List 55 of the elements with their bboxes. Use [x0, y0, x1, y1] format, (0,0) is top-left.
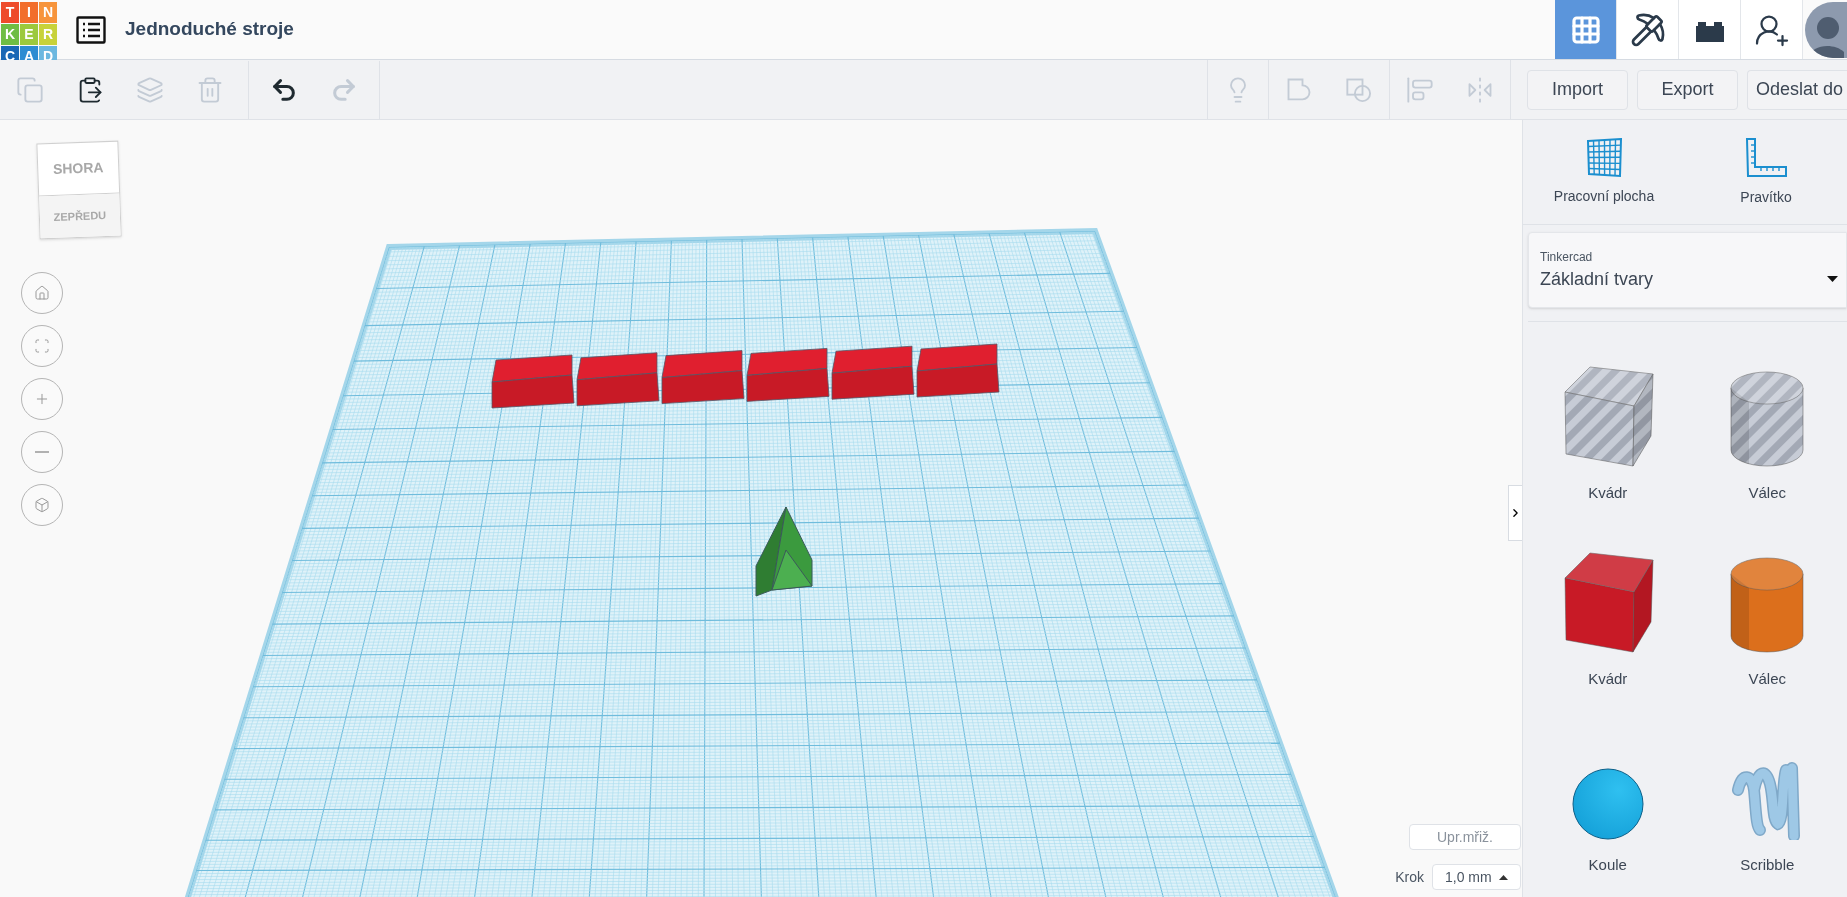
shape-tile[interactable]: Kvádr — [1528, 526, 1688, 696]
shape-name: Koule — [1588, 854, 1627, 875]
shape-name: Kvádr — [1588, 482, 1628, 503]
snap-label: Krok — [1395, 867, 1424, 887]
fit-view-icon — [34, 338, 50, 354]
logo-letter: R — [39, 23, 57, 45]
library-label: Tinkercad — [1540, 248, 1593, 266]
align-icon — [1406, 75, 1434, 104]
ruler-tool-button[interactable]: Pravítko — [1685, 120, 1847, 224]
shape-tile[interactable]: Kvádr — [1528, 340, 1688, 510]
library-value: Základní tvary — [1540, 267, 1654, 291]
trash-icon — [196, 75, 224, 104]
logo-letter: T — [1, 1, 19, 23]
project-title[interactable]: Jednoduché stroje — [125, 15, 294, 44]
shape-name: Válec — [1748, 482, 1786, 503]
bricks-view-button[interactable] — [1679, 0, 1741, 59]
mirror-icon — [1466, 75, 1494, 104]
cube-icon — [34, 497, 50, 513]
panel-toggle-button[interactable] — [1508, 485, 1522, 541]
copy-icon — [16, 75, 44, 104]
logo-letter: I — [20, 1, 38, 23]
workplane-tool-button[interactable]: Pracovní plocha — [1523, 120, 1685, 224]
perspective-button[interactable] — [21, 484, 63, 526]
fit-button[interactable] — [21, 325, 63, 367]
logo-letter: N — [39, 1, 57, 23]
avatar[interactable] — [1805, 2, 1847, 58]
pickaxe-icon — [1629, 11, 1666, 48]
shape-tile[interactable]: Scribble — [1687, 712, 1847, 882]
caret-up-icon — [1499, 874, 1508, 880]
zoom-in-icon — [34, 391, 50, 407]
shape-name: Válec — [1748, 668, 1786, 689]
duplicate-icon — [136, 75, 164, 104]
home-button[interactable] — [21, 272, 63, 314]
logo-letter: K — [1, 23, 19, 45]
send-to-button[interactable]: Odeslat do — [1747, 69, 1847, 110]
snap-dropdown[interactable]: 1,0 mm — [1432, 864, 1521, 890]
zoom-in-button[interactable] — [21, 378, 63, 420]
zoom-out-button[interactable] — [21, 431, 63, 473]
list-icon — [76, 15, 106, 44]
invite-view-button[interactable] — [1741, 0, 1803, 59]
shape-tile[interactable]: Válec — [1687, 526, 1847, 696]
grid-icon — [1569, 13, 1602, 46]
shape-name: Scribble — [1740, 854, 1795, 875]
home-icon — [34, 285, 50, 301]
dropdown-caret-icon — [1827, 276, 1838, 282]
workplane-icon — [1584, 137, 1624, 178]
shape-tile[interactable]: Válec — [1687, 340, 1847, 510]
shape-library-dropdown[interactable]: Tinkercad Základní tvary — [1528, 232, 1847, 308]
shape-tile[interactable]: Koule — [1528, 712, 1688, 882]
logo-letter: E — [20, 23, 38, 45]
pickaxe-view-button[interactable] — [1617, 0, 1679, 59]
ruler-icon — [1744, 136, 1788, 179]
shape-name: Kvádr — [1588, 668, 1628, 689]
import-button[interactable]: Import — [1527, 69, 1628, 110]
export-button[interactable]: Export — [1637, 69, 1738, 110]
